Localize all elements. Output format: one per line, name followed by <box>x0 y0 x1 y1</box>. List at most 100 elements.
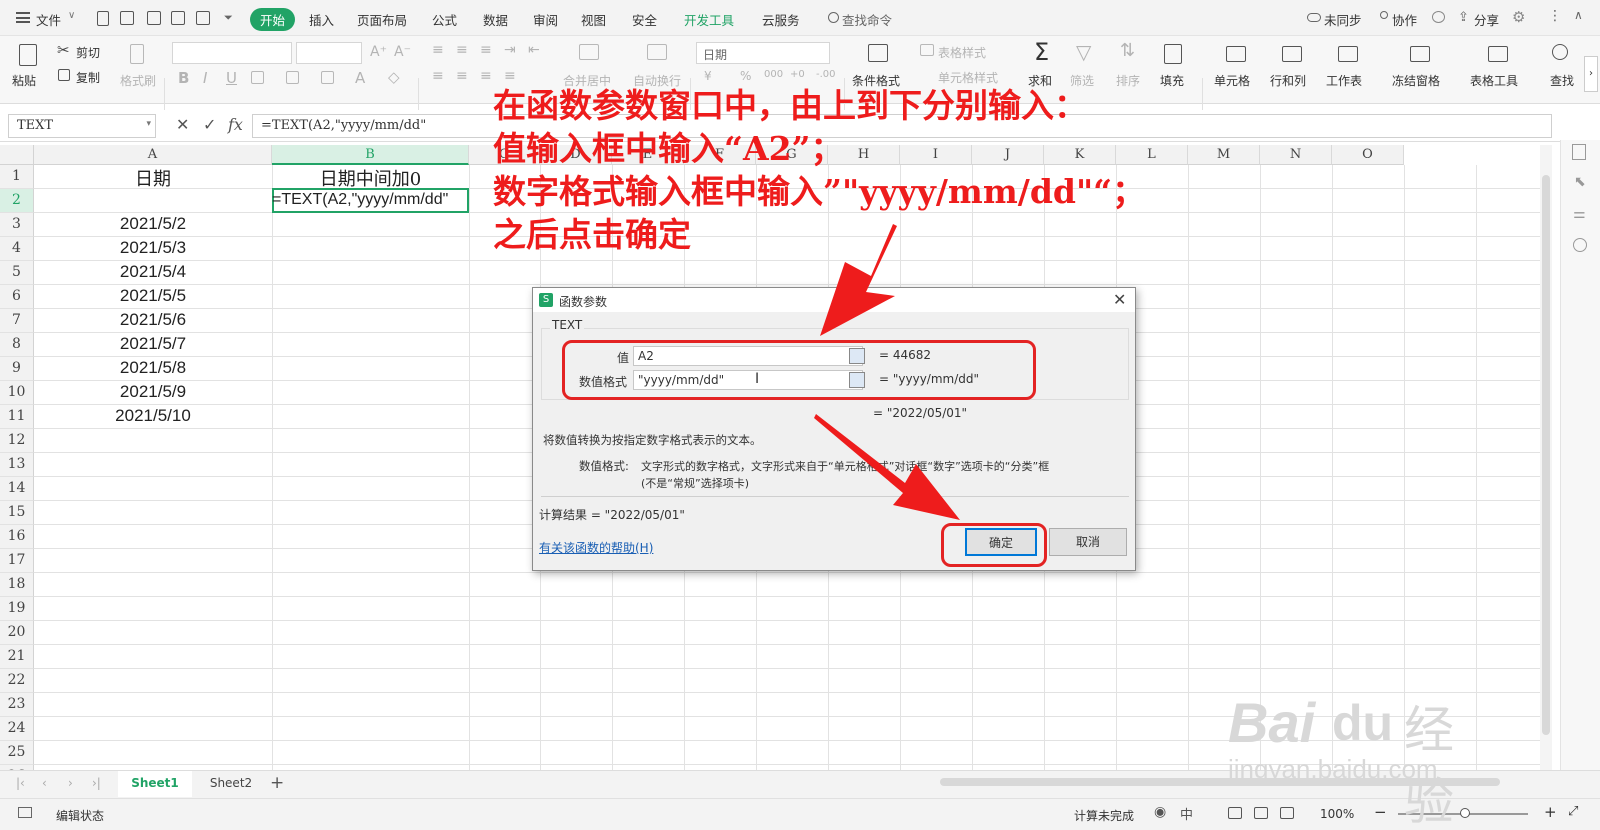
sum-icon[interactable]: Σ <box>1034 38 1049 66</box>
freeze-panes-button[interactable]: 冻结窗格 <box>1392 72 1440 89</box>
font-family-select[interactable] <box>172 42 292 64</box>
row-header-21[interactable]: 21 <box>0 645 34 669</box>
font-size-select[interactable] <box>296 42 362 64</box>
row-header-14[interactable]: 14 <box>0 477 34 501</box>
border-icon[interactable] <box>251 71 264 84</box>
cell-a9[interactable]: 2021/5/8 <box>34 358 272 378</box>
sync-status[interactable]: 未同步 <box>1324 10 1362 29</box>
share-button[interactable]: 分享 <box>1474 10 1499 29</box>
row-header-22[interactable]: 22 <box>0 669 34 693</box>
tab-review[interactable]: 审阅 <box>533 10 558 29</box>
select-all-corner[interactable] <box>0 145 34 165</box>
row-header-10[interactable]: 10 <box>0 381 34 405</box>
column-header-b[interactable]: B <box>272 145 469 165</box>
font-decrease-icon[interactable]: A⁻ <box>394 44 411 60</box>
scroll-thumb[interactable] <box>1542 175 1550 735</box>
tab-security[interactable]: 安全 <box>632 10 657 29</box>
zoom-slider-knob[interactable] <box>1460 808 1470 818</box>
tab-insert[interactable]: 插入 <box>309 10 334 29</box>
row-header-18[interactable]: 18 <box>0 573 34 597</box>
copy-button[interactable]: 复制 <box>76 69 100 86</box>
normal-view-icon[interactable] <box>1228 807 1242 819</box>
cell-a11[interactable]: 2021/5/10 <box>34 406 272 426</box>
merge-icon[interactable] <box>579 44 599 60</box>
worksheet-button[interactable]: 工作表 <box>1326 72 1362 89</box>
italic-icon[interactable]: I <box>203 69 207 87</box>
tab-home[interactable]: 开始 <box>250 8 296 31</box>
tab-cloud[interactable]: 云服务 <box>762 10 800 29</box>
cell-a7[interactable]: 2021/5/6 <box>34 310 272 330</box>
table-tools-button[interactable]: 表格工具 <box>1470 72 1518 89</box>
cells-button[interactable]: 单元格 <box>1214 72 1250 89</box>
input-method-icon[interactable]: 中 <box>1180 804 1193 823</box>
filter-icon[interactable]: ▽ <box>1076 40 1091 64</box>
rowcol-icon[interactable] <box>1282 46 1302 62</box>
paste-button[interactable]: 粘贴 <box>12 72 36 89</box>
collaborate-icon[interactable] <box>1380 11 1388 19</box>
copy-icon[interactable] <box>58 69 70 81</box>
bucket-icon[interactable] <box>321 71 334 84</box>
column-header-m[interactable]: M <box>1188 145 1260 165</box>
cell-a8[interactable]: 2021/5/7 <box>34 334 272 354</box>
row-header-11[interactable]: 11 <box>0 405 34 429</box>
cell-a10[interactable]: 2021/5/9 <box>34 382 272 402</box>
close-icon[interactable]: ✕ <box>1113 290 1126 309</box>
worksheet-icon[interactable] <box>1338 46 1358 62</box>
column-header-k[interactable]: K <box>1044 145 1116 165</box>
print-preview-icon[interactable] <box>171 11 185 25</box>
sort-icon[interactable]: ⇅ <box>1120 40 1135 61</box>
outdent-icon[interactable]: ⇤ <box>528 42 540 58</box>
cell-a4[interactable]: 2021/5/3 <box>34 238 272 258</box>
row-header-3[interactable]: 3 <box>0 213 34 237</box>
page-layout-view-icon[interactable] <box>1254 807 1268 819</box>
cell-a5[interactable]: 2021/5/4 <box>34 262 272 282</box>
tab-formulas[interactable]: 公式 <box>432 10 457 29</box>
paste-icon[interactable] <box>19 44 37 66</box>
hamburger-icon[interactable] <box>16 12 30 23</box>
adjust-icon[interactable]: ⚌ <box>1573 206 1586 222</box>
cancel-button[interactable]: 取消 <box>1049 528 1127 556</box>
align-middle-icon[interactable]: ≡ <box>456 42 468 58</box>
new-doc-icon[interactable] <box>97 11 109 26</box>
align-left-icon[interactable]: ≡ <box>432 68 444 84</box>
comment-icon[interactable] <box>1432 11 1445 23</box>
share-icon[interactable]: ⇪ <box>1458 10 1469 25</box>
tab-view[interactable]: 视图 <box>581 10 606 29</box>
column-header-o[interactable]: O <box>1332 145 1404 165</box>
align-bottom-icon[interactable]: ≡ <box>480 42 492 58</box>
fill-icon[interactable] <box>1164 44 1182 64</box>
more-icon[interactable]: ⋮ <box>1548 8 1562 24</box>
next-sheet-icon[interactable]: › <box>68 776 73 790</box>
read-view-icon[interactable] <box>1280 807 1294 819</box>
ribbon-scroll-right-icon[interactable]: › <box>1584 56 1598 92</box>
align-center-icon[interactable]: ≡ <box>456 68 468 84</box>
fill-button[interactable]: 填充 <box>1160 72 1184 89</box>
cloud-icon[interactable] <box>1307 13 1321 22</box>
find-button[interactable]: 查找 <box>1550 72 1574 89</box>
row-header-7[interactable]: 7 <box>0 309 34 333</box>
cell-a6[interactable]: 2021/5/5 <box>34 286 272 306</box>
indent-icon[interactable]: ⇥ <box>504 42 516 58</box>
monitor-icon[interactable] <box>18 807 32 818</box>
zoom-out-icon[interactable]: − <box>1374 803 1387 821</box>
chevron-down-icon[interactable]: ▾ <box>146 119 151 129</box>
row-header-15[interactable]: 15 <box>0 501 34 525</box>
cells-icon[interactable] <box>1226 46 1246 62</box>
last-sheet-icon[interactable]: ›| <box>92 776 101 790</box>
row-header-2[interactable]: 2 <box>0 189 34 213</box>
row-header-20[interactable]: 20 <box>0 621 34 645</box>
column-header-i[interactable]: I <box>900 145 972 165</box>
conditional-format-icon[interactable] <box>868 44 888 62</box>
select-icon[interactable]: ⬉ <box>1574 174 1586 190</box>
align-top-icon[interactable]: ≡ <box>432 42 444 58</box>
file-menu[interactable]: 文件 <box>36 10 61 29</box>
table-tools-icon[interactable] <box>1488 46 1508 62</box>
cell-a3[interactable]: 2021/5/2 <box>34 214 272 234</box>
format-painter-icon[interactable] <box>130 44 144 64</box>
format-painter-button[interactable]: 格式刷 <box>120 72 156 89</box>
table-style-button[interactable]: 表格样式 <box>938 44 986 61</box>
sheet-tab-sheet1[interactable]: Sheet1 <box>118 771 192 797</box>
column-header-l[interactable]: L <box>1116 145 1188 165</box>
search-command[interactable]: 查找命令 <box>842 10 892 29</box>
column-header-j[interactable]: J <box>972 145 1044 165</box>
